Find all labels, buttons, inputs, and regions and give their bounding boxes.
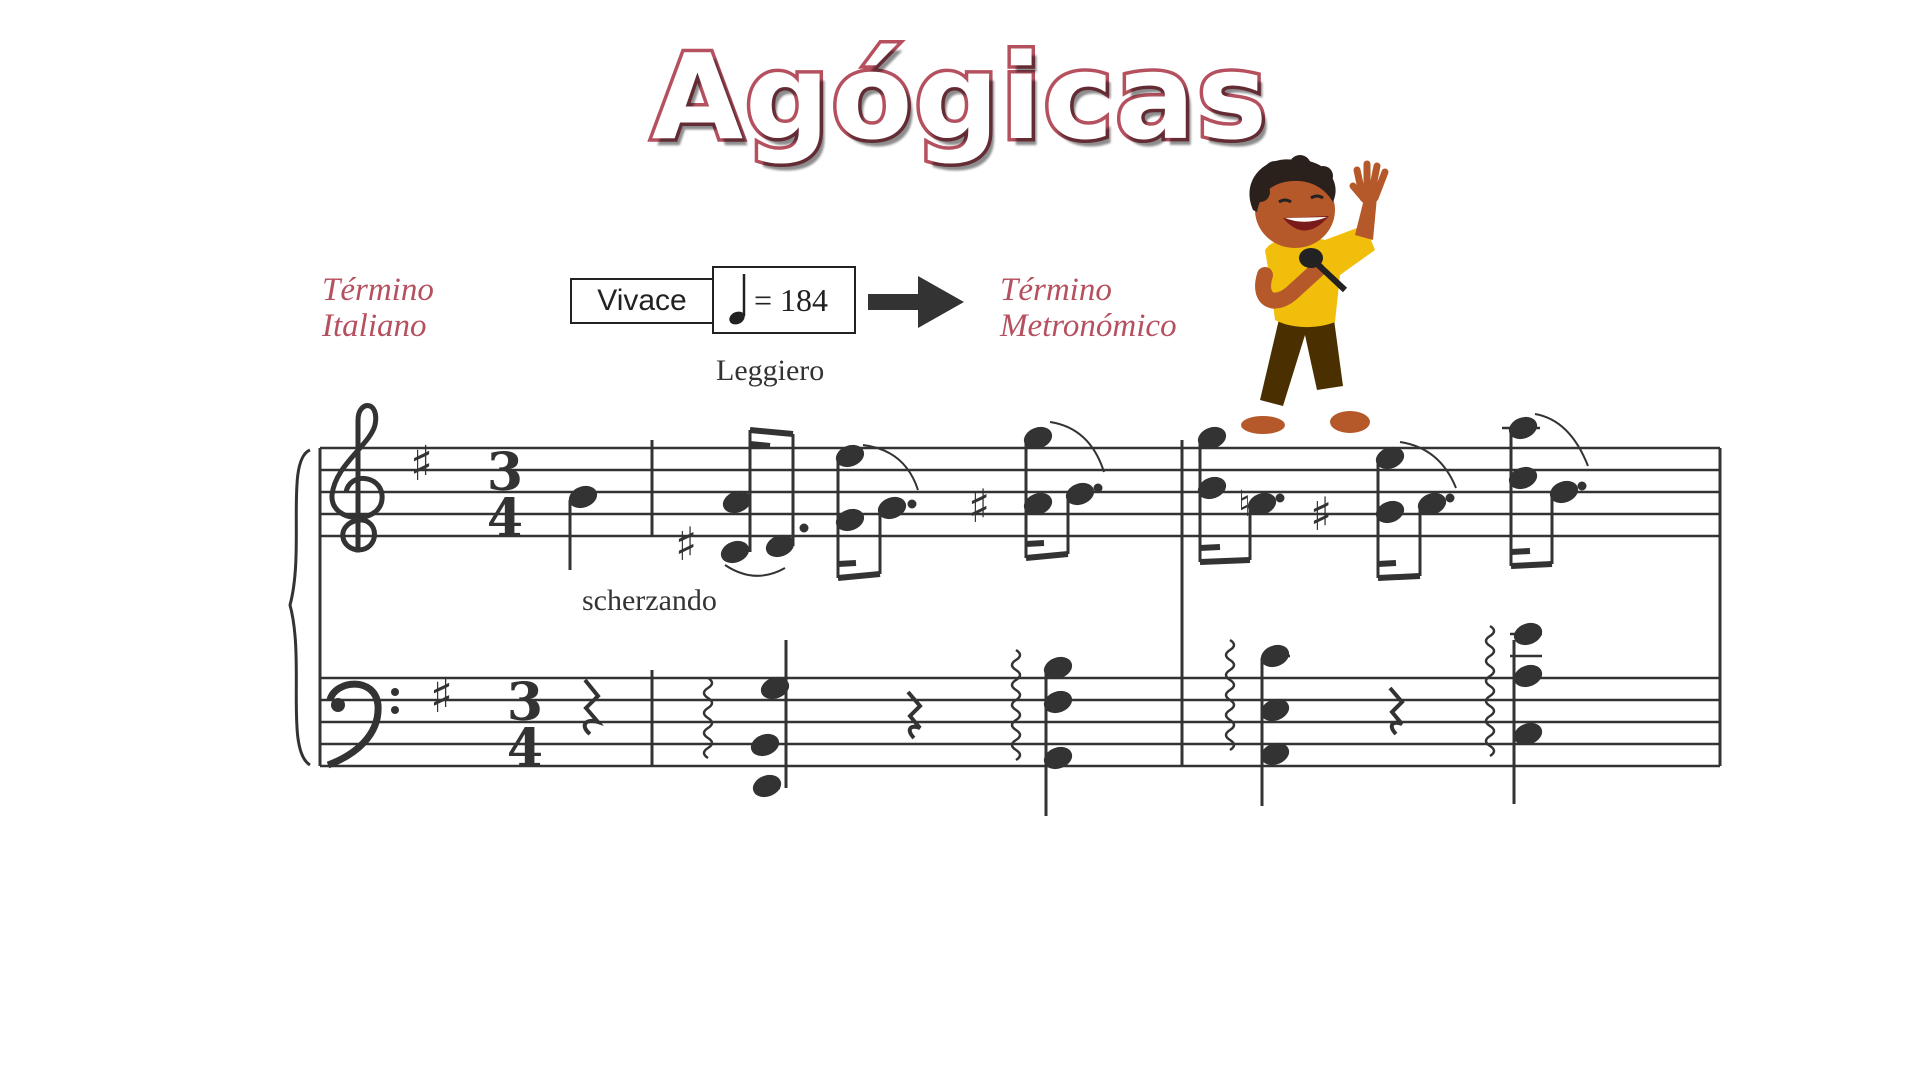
svg-text:♯: ♯ (675, 517, 697, 571)
treble-key-signature: ♯ (410, 436, 433, 492)
term-metronomic-caption: Término Metronómico (1000, 272, 1177, 344)
arpeggio-sign (1224, 638, 1236, 752)
metronome-mark-box: = 184 (712, 266, 856, 334)
treble-clef-icon (329, 403, 385, 553)
arpeggio-sign (1484, 624, 1496, 758)
metronome-value: = 184 (754, 282, 829, 318)
term-italian-line2: Italiano (322, 308, 427, 344)
svg-text:♯: ♯ (410, 436, 433, 492)
bass-clef-icon (326, 680, 399, 769)
grand-staff-brace (288, 448, 311, 767)
arpeggio-sign (702, 676, 714, 760)
leggiero-marking: Leggiero (716, 354, 825, 387)
svg-text:♯: ♯ (1310, 487, 1332, 541)
bass-key-signature: ♯ (430, 668, 453, 724)
treble-time-signature-bottom: 4 (487, 488, 523, 549)
term-italian-line1: Término (322, 272, 434, 308)
term-metronomic-line2: Metronómico (1000, 308, 1177, 344)
right-arrow-icon (868, 276, 964, 328)
term-italian-caption: Término Italiano (322, 272, 434, 344)
bass-time-signature-bottom: 4 (507, 718, 543, 779)
tempo-term-box: Vivace (570, 278, 714, 324)
bass-notes (582, 622, 1543, 816)
term-metronomic-line1: Término (1000, 272, 1112, 308)
cartoon-singer-illustration (1241, 155, 1389, 434)
page-title: Agógicas (648, 25, 1271, 170)
piano-score: ♯ ♯ 3 4 3 4 ♯ ♯ ♮ ♯ (288, 403, 1722, 816)
svg-text:♯: ♯ (430, 668, 453, 724)
svg-text:♯: ♯ (968, 479, 990, 533)
